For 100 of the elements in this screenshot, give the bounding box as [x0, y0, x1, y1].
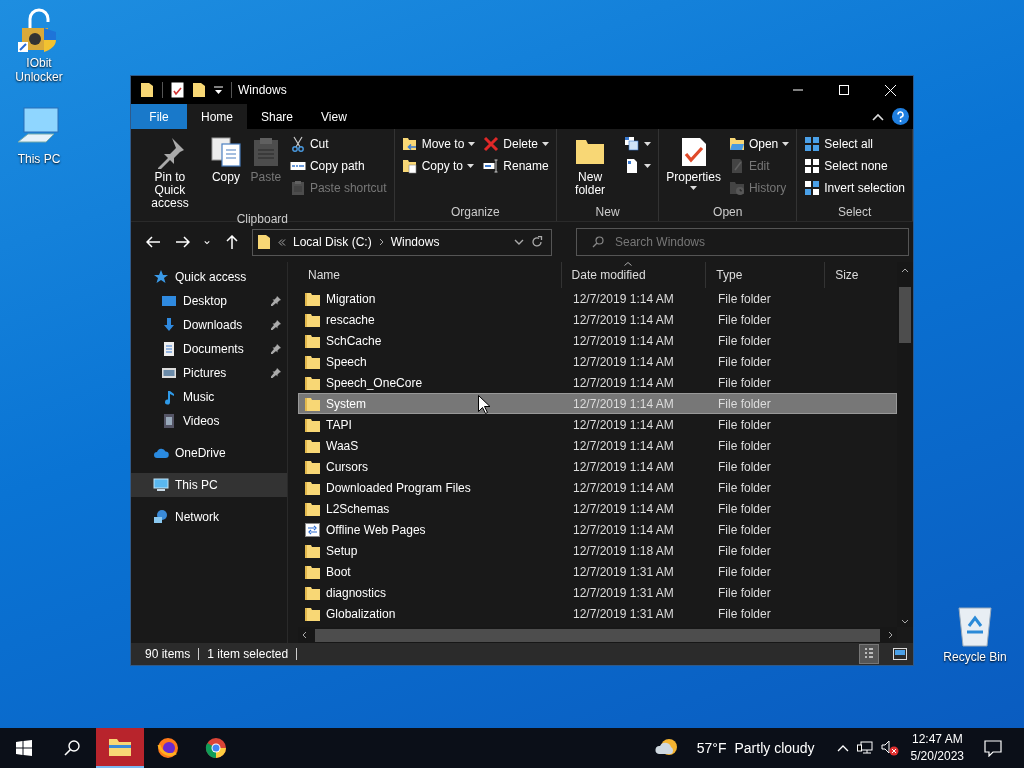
file-row[interactable]: WaaS 12/7/2019 1:14 AM File folder [298, 435, 897, 456]
file-row[interactable]: Speech_OneCore 12/7/2019 1:14 AM File folder [298, 372, 897, 393]
column-header[interactable]: Date modified [561, 262, 707, 288]
ribbon-button[interactable]: Delete [480, 133, 552, 155]
nav-item[interactable]: Quick access [131, 265, 287, 289]
notifications-icon[interactable] [984, 739, 1002, 757]
folder-icon [305, 585, 320, 600]
desktop-icon-label[interactable]: IObit Unlocker [4, 56, 74, 84]
dropdown-icon[interactable] [214, 85, 223, 95]
ribbon-button[interactable]: Select none [801, 155, 908, 177]
breadcrumb[interactable]: Windows [390, 235, 440, 249]
file-row[interactable]: SchCache 12/7/2019 1:14 AM File folder [298, 330, 897, 351]
nav-item[interactable]: This PC [131, 473, 287, 497]
address-bar[interactable]: Local Disk (C:) Windows [252, 228, 552, 256]
folder-icon [305, 354, 320, 369]
nav-item[interactable]: Desktop [131, 289, 287, 313]
caret-icon [468, 142, 476, 146]
collapse-ribbon-icon[interactable] [872, 112, 884, 121]
help-icon[interactable] [892, 108, 909, 125]
ribbon-button[interactable]: Rename [480, 155, 552, 177]
chevron-right-icon[interactable] [888, 631, 893, 639]
column-header[interactable]: Name [298, 262, 562, 288]
column-header[interactable]: Type [706, 262, 826, 288]
file-name: WaaS [326, 438, 359, 453]
select-none-icon [804, 158, 821, 174]
table-cell-text: 12/7/2019 1:14 AM [572, 312, 675, 327]
ribbon-tab[interactable]: Home [187, 104, 247, 129]
table-cell-text: 12/7/2019 1:14 AM [572, 459, 675, 474]
nav-item[interactable]: Music [131, 385, 287, 409]
ribbon-button[interactable]: Copy [206, 133, 245, 186]
caret-icon [644, 164, 652, 168]
details-view-button[interactable] [859, 644, 879, 664]
maximize-icon [839, 85, 849, 95]
table-cell-text: File folder [717, 354, 772, 369]
ribbon-button[interactable]: Select all [801, 133, 908, 155]
folder-icon[interactable] [140, 82, 154, 98]
file-name: Speech_OneCore [326, 375, 423, 390]
status-text: 1 item selected [207, 647, 289, 661]
file-row[interactable]: L2Schemas 12/7/2019 1:14 AM File folder [298, 498, 897, 519]
table-cell-text: File folder [717, 396, 772, 411]
nav-item[interactable]: Downloads [131, 313, 287, 337]
properties-icon[interactable] [171, 82, 184, 98]
file-row[interactable]: diagnostics 12/7/2019 1:31 AM File folder [298, 582, 897, 603]
chevron-left-icon[interactable] [302, 631, 307, 639]
browser-logo-icon [157, 737, 179, 759]
ribbon-tab[interactable]: Share [247, 104, 308, 129]
clock-time[interactable]: 12:47 AM [911, 731, 963, 748]
star-icon [153, 269, 169, 285]
file-row[interactable]: Downloaded Program Files 12/7/2019 1:14 AM File folder [298, 477, 897, 498]
folder-arrow-icon [401, 136, 418, 152]
folder-icon[interactable] [192, 82, 206, 98]
ribbon-button[interactable]: Copy to [398, 155, 479, 177]
file-row[interactable]: Globalization 12/7/2019 1:31 AM File folder [298, 603, 897, 624]
desktop-icon-label[interactable]: Recycle Bin [943, 650, 1007, 664]
network-icon[interactable] [856, 741, 873, 755]
file-row[interactable]: Offline Web Pages 12/7/2019 1:14 AM File folder [298, 519, 897, 540]
file-row[interactable]: Boot 12/7/2019 1:31 AM File folder [298, 561, 897, 582]
search-icon [592, 236, 604, 248]
scrollbar-thumb[interactable] [315, 628, 880, 642]
dropdown-icon[interactable] [514, 239, 524, 245]
file-row[interactable]: Migration 12/7/2019 1:14 AM File folder [298, 288, 897, 309]
file-row[interactable]: Setup 12/7/2019 1:18 AM File folder [298, 540, 897, 561]
nav-item[interactable]: Pictures [131, 361, 287, 385]
scrollbar-thumb[interactable] [899, 287, 911, 343]
file-row[interactable]: rescache 12/7/2019 1:14 AM File folder [298, 309, 897, 330]
file-row[interactable]: Cursors 12/7/2019 1:14 AM File folder [298, 456, 897, 477]
folder-copy-icon [401, 158, 418, 174]
chevron-up-icon[interactable] [901, 268, 909, 273]
nav-item[interactable]: Videos [131, 409, 287, 433]
nav-item[interactable]: Network [131, 505, 287, 529]
desktop-icon-label[interactable]: This PC [17, 152, 61, 166]
ribbon-button[interactable]: Properties [663, 133, 724, 192]
file-row[interactable]: System 12/7/2019 1:14 AM File folder [298, 393, 897, 414]
nav-item[interactable]: Documents [131, 337, 287, 361]
ribbon-button[interactable]: Open [725, 133, 793, 155]
ribbon-button[interactable]: New folder [561, 133, 620, 199]
refresh-icon[interactable] [531, 236, 543, 248]
ribbon-button[interactable]: Invert selection [801, 177, 908, 199]
file-explorer-button[interactable] [96, 728, 144, 768]
file-row[interactable]: TAPI 12/7/2019 1:14 AM File folder [298, 414, 897, 435]
ribbon-tab[interactable]: View [307, 104, 361, 129]
up-arrow-icon [226, 235, 239, 249]
chevron-down-icon[interactable] [901, 619, 909, 624]
film-icon [161, 413, 177, 429]
file-row[interactable]: Speech 12/7/2019 1:14 AM File folder [298, 351, 897, 372]
nav-item[interactable]: OneDrive [131, 441, 287, 465]
clock-date[interactable]: 5/20/2023 [910, 748, 964, 765]
weather-condition[interactable]: Partly cloudy [734, 740, 815, 756]
ribbon-button[interactable]: Cut [286, 133, 390, 155]
weather-temperature[interactable]: 57°F [696, 740, 727, 756]
search-field[interactable]: Search Windows [576, 228, 909, 256]
ribbon-group-label: Organize [450, 205, 500, 219]
ribbon-button[interactable]: Copy path [286, 155, 390, 177]
ribbon-tab[interactable]: File [131, 104, 187, 129]
table-cell-text: File folder [717, 564, 772, 579]
ribbon-button[interactable]: Pin to Quick access [135, 133, 205, 212]
muted-speaker-icon[interactable] [880, 740, 899, 756]
ribbon-button[interactable]: Move to [398, 133, 479, 155]
column-header[interactable]: Size [825, 262, 897, 288]
breadcrumb[interactable]: Local Disk (C:) [293, 235, 372, 249]
